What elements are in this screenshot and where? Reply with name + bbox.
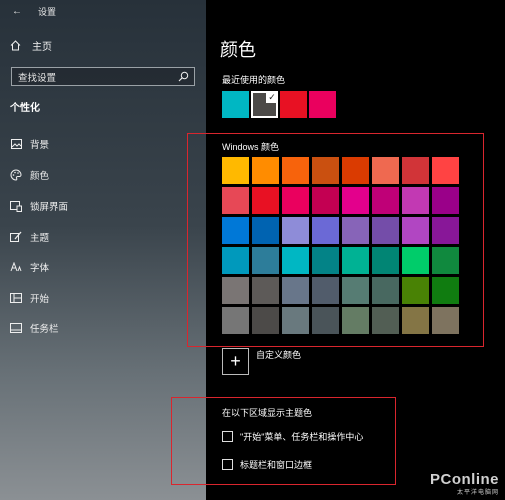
home-label: 主页 (32, 42, 52, 53)
recent-color-swatch[interactable] (309, 91, 336, 118)
image-icon (10, 138, 22, 150)
search-placeholder: 查找设置 (18, 72, 57, 84)
sidebar-item-label: 主题 (30, 233, 50, 244)
sidebar-item-label: 开始 (30, 294, 50, 305)
window-title: 设置 (38, 6, 57, 17)
plus-icon: + (222, 348, 249, 375)
recent-color-swatch[interactable] (222, 91, 249, 118)
recent-colors: ✓ (222, 91, 336, 118)
search-icon[interactable] (178, 71, 189, 85)
recent-color-swatch[interactable] (280, 91, 307, 118)
search-input[interactable]: 查找设置 (11, 67, 195, 86)
watermark-brand: PConline (429, 471, 499, 488)
sidebar-item-colors[interactable]: 颜色 (10, 167, 49, 183)
taskbar-icon (10, 322, 22, 334)
sidebar-item-taskbar[interactable]: 任务栏 (10, 320, 59, 336)
custom-color-button[interactable]: + 自定义颜色 (222, 348, 301, 375)
recent-colors-label: 最近使用的颜色 (222, 75, 286, 85)
title-bar: ← 设置 (12, 4, 56, 18)
back-arrow-icon[interactable]: ← (12, 6, 24, 17)
annotation-box-windows-colors (187, 133, 484, 347)
sidebar-item-fonts[interactable]: 字体 (10, 259, 49, 275)
sidebar-item-themes[interactable]: 主题 (10, 229, 49, 245)
annotation-box-accent-areas (171, 397, 396, 485)
page-title: 颜色 (220, 40, 256, 60)
palette-icon (10, 169, 22, 181)
sidebar-item-label: 字体 (30, 263, 50, 274)
home-nav-item[interactable]: 主页 (10, 38, 52, 53)
sidebar-item-background[interactable]: 背景 (10, 136, 49, 152)
sidebar-item-label: 背景 (30, 140, 50, 151)
sidebar-item-lockscreen[interactable]: 锁屏界面 (10, 198, 68, 214)
sidebar-item-start[interactable]: 开始 (10, 290, 49, 306)
theme-brush-icon (10, 231, 22, 243)
sidebar-item-label: 任务栏 (30, 324, 59, 335)
checkmark-icon: ✓ (266, 91, 278, 103)
section-title: 个性化 (10, 103, 40, 114)
custom-color-label: 自定义颜色 (256, 350, 302, 360)
recent-color-swatch[interactable]: ✓ (251, 91, 278, 118)
watermark-sub: 太平洋电脑网 (456, 490, 499, 496)
sidebar-item-label: 颜色 (30, 171, 50, 182)
start-grid-icon (10, 292, 22, 304)
lock-screen-icon (10, 200, 22, 212)
sidebar-item-label: 锁屏界面 (30, 202, 69, 213)
home-icon (10, 40, 24, 51)
watermark-logo: PConline 太平洋电脑网 (430, 471, 499, 496)
font-icon (10, 261, 22, 273)
